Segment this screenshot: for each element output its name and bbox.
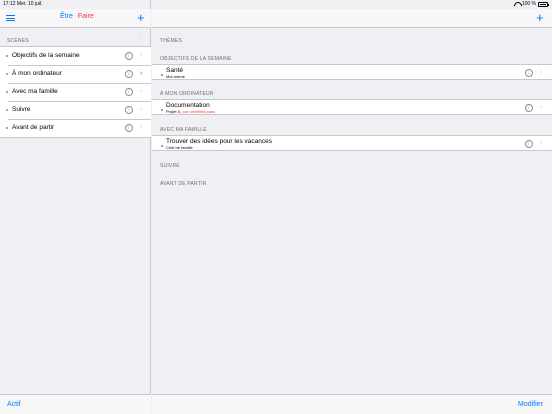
right-navbar: + [152, 9, 552, 28]
chevron-right-icon[interactable]: › [540, 104, 542, 112]
section-header-suivre: SUIVRE [160, 163, 180, 169]
bullet-icon [161, 145, 163, 147]
scene-row-partir[interactable]: Avant de partir i › [0, 119, 151, 137]
theme-subtitle: Chef de famille [166, 144, 193, 150]
status-bar: 17:12 Mer. 10 juil. 100 % [0, 0, 552, 9]
app-screen: Être Faire + SCÈNES › Objectifs de la se… [0, 0, 552, 414]
theme-card-documentation[interactable]: Documentation Projet X, par omnifield.pa… [152, 99, 552, 115]
scene-row-famille[interactable]: Avec ma famille i › [0, 83, 151, 101]
chevron-right-icon[interactable]: › [540, 140, 542, 148]
chevron-right-icon[interactable]: › [540, 69, 542, 77]
bullet-icon [161, 74, 163, 76]
left-navbar: Être Faire + [0, 9, 151, 28]
actif-button[interactable]: Actif [7, 401, 21, 408]
segment-etre[interactable]: Être [60, 13, 73, 20]
scenes-list: Objectifs de la semaine i › À mon ordina… [0, 46, 151, 138]
modifier-button[interactable]: Modifier [518, 401, 543, 408]
scene-label: Avec ma famille [12, 88, 58, 95]
scene-label: À mon ordinateur [12, 70, 62, 77]
left-toolbar: Actif [0, 394, 151, 414]
themes-panel: + THÈMES OBJECTIFS DE LA SEMAINE Santé M… [152, 0, 552, 414]
chevron-right-icon[interactable]: › [140, 106, 142, 114]
scene-label: Suivre [12, 106, 31, 113]
info-icon[interactable]: i [125, 88, 133, 96]
bullet-icon [6, 55, 8, 57]
bullet-icon [6, 73, 8, 75]
info-icon[interactable]: i [125, 70, 133, 78]
info-icon[interactable]: i [525, 69, 533, 77]
battery-percent: 100 % [521, 1, 536, 7]
info-icon[interactable]: i [525, 104, 533, 112]
scenes-panel: Être Faire + SCÈNES › Objectifs de la se… [0, 0, 151, 414]
section-header-objectifs: OBJECTIFS DE LA SEMAINE [160, 56, 232, 62]
section-header-partir: AVANT DE PARTIR [160, 181, 207, 187]
chevron-right-icon[interactable]: › [140, 70, 142, 78]
add-theme-button[interactable]: + [536, 11, 544, 24]
mode-segmented-control: Être Faire [60, 13, 94, 20]
theme-card-sante[interactable]: Santé Moi-même i › [152, 64, 552, 80]
scene-row-objectifs[interactable]: Objectifs de la semaine i › [0, 47, 151, 65]
info-icon[interactable]: i [125, 106, 133, 114]
chevron-right-icon[interactable]: › [140, 88, 142, 96]
section-header-ordinateur: À MON ORDINATEUR [160, 91, 214, 97]
status-time-date: 17:12 Mer. 10 juil. [3, 1, 43, 7]
bullet-icon [6, 109, 8, 111]
bullet-icon [161, 109, 163, 111]
info-icon[interactable]: i [125, 52, 133, 60]
scenes-collapse-chevron-icon[interactable]: › [139, 34, 141, 42]
info-icon[interactable]: i [125, 124, 133, 132]
theme-card-vacances[interactable]: Trouver des idées pour les vacances Chef… [152, 135, 552, 151]
add-scene-button[interactable]: + [137, 11, 145, 24]
info-icon[interactable]: i [525, 140, 533, 148]
chevron-right-icon[interactable]: › [140, 52, 142, 60]
scene-row-ordinateur[interactable]: À mon ordinateur i › [0, 65, 151, 83]
wifi-icon [514, 2, 520, 7]
theme-subtitle: Moi-même [166, 73, 185, 79]
bullet-icon [6, 127, 8, 129]
bullet-icon [6, 91, 8, 93]
theme-subtitle: Projet X, par omnifield.pass [166, 108, 215, 114]
section-header-famille: AVEC MA FAMILLE [160, 127, 207, 133]
scene-label: Objectifs de la semaine [12, 52, 80, 59]
chevron-right-icon[interactable]: › [140, 124, 142, 132]
battery-icon [538, 2, 549, 7]
status-right: 100 % [514, 0, 549, 9]
themes-header: THÈMES [160, 38, 183, 44]
segment-faire[interactable]: Faire [78, 13, 94, 20]
right-toolbar: Modifier [152, 394, 552, 414]
scenes-section-header: SCÈNES [7, 38, 29, 44]
theme-subtitle-warning: par omnifield.pass [182, 108, 215, 114]
hamburger-icon[interactable] [6, 15, 15, 21]
scene-row-suivre[interactable]: Suivre i › [0, 101, 151, 119]
scene-label: Avant de partir [12, 124, 55, 131]
